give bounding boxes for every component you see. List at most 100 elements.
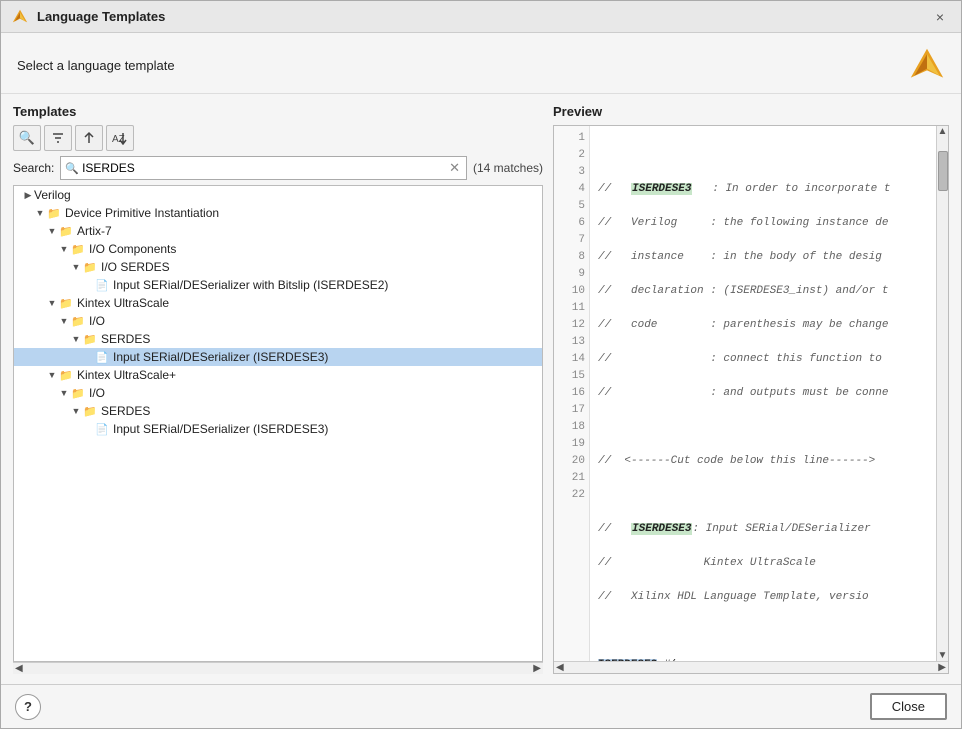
language-templates-dialog: Language Templates × Select a language t… xyxy=(0,0,962,729)
search-icon: 🔍 xyxy=(65,162,79,175)
folder-icon: 📁 xyxy=(58,297,74,310)
folder-icon: 📁 xyxy=(82,333,98,346)
footer: ? Close xyxy=(1,684,961,728)
tree-arrow: ▼ xyxy=(70,262,82,272)
code-line-6: // code : parenthesis may be change xyxy=(598,317,928,334)
tree-item-kintex-usp[interactable]: ▼ 📁 Kintex UltraScale+ xyxy=(14,366,542,384)
tree-label-io-components: I/O Components xyxy=(89,242,176,256)
tree-arrow: ▼ xyxy=(46,298,58,308)
code-line-14: // Xilinx HDL Language Template, versio xyxy=(598,589,928,606)
tree-container[interactable]: ▶ Verilog ▼ 📁 Device Primitive Instantia… xyxy=(13,185,543,662)
code-line-3: // Verilog : the following instance de xyxy=(598,215,928,232)
search-toolbar-button[interactable]: 🔍 xyxy=(13,125,41,151)
folder-icon: 📁 xyxy=(82,261,98,274)
tree-label-io-serdes: I/O SERDES xyxy=(101,260,170,274)
code-line-4: // instance : in the body of the desig xyxy=(598,249,928,266)
code-line-12: // ISERDESE3: Input SERial/DESerializer xyxy=(598,521,928,538)
templates-header: Templates xyxy=(13,104,543,119)
code-line-15 xyxy=(598,623,928,640)
search-input[interactable] xyxy=(82,161,447,175)
tree-item-kintex-us[interactable]: ▼ 📁 Kintex UltraScale xyxy=(14,294,542,312)
collapse-icon xyxy=(82,131,96,145)
subtitle-text: Select a language template xyxy=(17,58,175,73)
tree-item-io-components[interactable]: ▼ 📁 I/O Components xyxy=(14,240,542,258)
tree-label-kintex-usp: Kintex UltraScale+ xyxy=(77,368,176,382)
folder-icon: 📁 xyxy=(82,405,98,418)
code-vscrollbar[interactable]: ▲ ▼ xyxy=(936,126,948,661)
vivado-logo-icon xyxy=(909,47,945,83)
toolbar: 🔍 AZ xyxy=(13,125,543,151)
code-scroll-right-button[interactable]: ▶ xyxy=(938,662,946,673)
close-window-button[interactable]: × xyxy=(929,6,951,28)
tree-arrow: ▶ xyxy=(22,190,34,201)
search-label: Search: xyxy=(13,161,54,175)
sort-icon: AZ xyxy=(112,131,128,145)
left-panel: Templates 🔍 xyxy=(13,104,543,674)
folder-icon: 📁 xyxy=(70,387,86,400)
subtitle-bar: Select a language template xyxy=(1,33,961,94)
code-line-10: // <------Cut code below this line------… xyxy=(598,453,928,470)
file-icon: 📄 xyxy=(94,351,110,364)
code-container: 1 2 3 4 5 6 7 8 9 10 11 12 13 14 xyxy=(553,125,949,674)
code-line-8: // : and outputs must be conne xyxy=(598,385,928,402)
tree-label-kus-serdes: SERDES xyxy=(101,332,150,346)
code-line-11 xyxy=(598,487,928,504)
tree-label-verilog: Verilog xyxy=(34,188,71,202)
tree-label-kusp-io: I/O xyxy=(89,386,105,400)
code-line-13: // Kintex UltraScale xyxy=(598,555,928,572)
code-scroll-left-button[interactable]: ◀ xyxy=(556,662,564,673)
code-scroll-area[interactable]: 1 2 3 4 5 6 7 8 9 10 11 12 13 14 xyxy=(554,126,948,661)
tree-arrow: ▼ xyxy=(46,226,58,236)
scroll-down-button[interactable]: ▼ xyxy=(938,650,948,661)
tree-item-kusp-serdes[interactable]: ▼ 📁 SERDES xyxy=(14,402,542,420)
scroll-left-button[interactable]: ◀ xyxy=(15,663,23,674)
tree-item-verilog[interactable]: ▶ Verilog xyxy=(14,186,542,204)
tree-item-iserdes3-kusp[interactable]: 📄 Input SERial/DESerializer (ISERDESE3) xyxy=(14,420,542,438)
tree-item-iserdes3-kus[interactable]: 📄 Input SERial/DESerializer (ISERDESE3) xyxy=(14,348,542,366)
help-button[interactable]: ? xyxy=(15,694,41,720)
tree-item-iserdes2[interactable]: 📄 Input SERial/DESerializer with Bitslip… xyxy=(14,276,542,294)
tree-arrow: ▼ xyxy=(58,388,70,398)
line-numbers: 1 2 3 4 5 6 7 8 9 10 11 12 13 14 xyxy=(554,126,590,661)
scrollbar-thumb[interactable] xyxy=(938,151,948,191)
tree-item-io-serdes[interactable]: ▼ 📁 I/O SERDES xyxy=(14,258,542,276)
tree-arrow: ▼ xyxy=(46,370,58,380)
preview-header: Preview xyxy=(553,104,949,119)
collapse-toolbar-button[interactable] xyxy=(75,125,103,151)
close-button[interactable]: Close xyxy=(870,693,947,720)
tree-item-kus-io[interactable]: ▼ 📁 I/O xyxy=(14,312,542,330)
match-count: (14 matches) xyxy=(473,161,543,175)
file-icon: 📄 xyxy=(94,279,110,292)
tree-label-iserdes2: Input SERial/DESerializer with Bitslip (… xyxy=(113,278,388,292)
title-bar: Language Templates × xyxy=(1,1,961,33)
scroll-right-button[interactable]: ▶ xyxy=(533,663,541,674)
tree-item-device-prim[interactable]: ▼ 📁 Device Primitive Instantiation xyxy=(14,204,542,222)
tree-label-kusp-serdes: SERDES xyxy=(101,404,150,418)
sort-toolbar-button[interactable]: AZ xyxy=(106,125,134,151)
search-clear-button[interactable]: ✕ xyxy=(447,160,462,176)
tree-arrow: ▼ xyxy=(58,244,70,254)
folder-icon: 📁 xyxy=(70,243,86,256)
tree-item-artix7[interactable]: ▼ 📁 Artix-7 xyxy=(14,222,542,240)
tree-label-artix7: Artix-7 xyxy=(77,224,112,238)
file-icon: 📄 xyxy=(94,423,110,436)
tree-label-device-prim: Device Primitive Instantiation xyxy=(65,206,219,220)
tree-label-iserdes3-kus: Input SERial/DESerializer (ISERDESE3) xyxy=(113,350,328,364)
folder-icon: 📁 xyxy=(46,207,62,220)
folder-icon: 📁 xyxy=(70,315,86,328)
code-line-7: // : connect this function to xyxy=(598,351,928,368)
code-line-2: // ISERDESE3 : In order to incorporate t xyxy=(598,181,928,198)
filter-icon xyxy=(51,131,65,145)
code-hscrollbar[interactable]: ◀ ▶ xyxy=(554,661,948,673)
code-line-5: // declaration : (ISERDESE3_inst) and/or… xyxy=(598,283,928,300)
tree-item-kus-serdes[interactable]: ▼ 📁 SERDES xyxy=(14,330,542,348)
filter-toolbar-button[interactable] xyxy=(44,125,72,151)
tree-hscrollbar[interactable]: ◀ ▶ xyxy=(13,662,543,674)
tree-item-kusp-io[interactable]: ▼ 📁 I/O xyxy=(14,384,542,402)
search-row: Search: 🔍 ✕ (14 matches) xyxy=(13,156,543,180)
tree-label-iserdes3-kusp: Input SERial/DESerializer (ISERDESE3) xyxy=(113,422,328,436)
folder-icon: 📁 xyxy=(58,225,74,238)
scroll-up-button[interactable]: ▲ xyxy=(938,126,948,137)
tree-arrow: ▼ xyxy=(70,406,82,416)
tree-arrow: ▼ xyxy=(58,316,70,326)
